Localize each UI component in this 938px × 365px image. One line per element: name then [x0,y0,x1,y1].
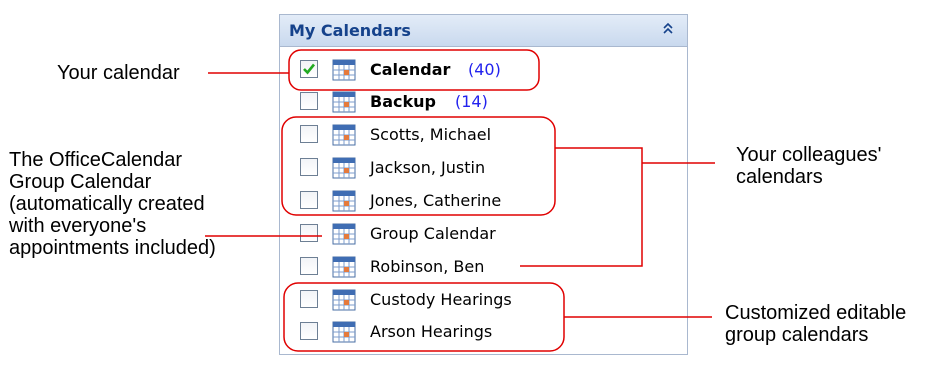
leader-colleagues [520,147,643,267]
annotation-colleagues: Your colleagues' calendars [736,144,881,188]
annotation-line: The OfficeCalendar [9,149,183,171]
annotation-line: group calendars [725,324,869,346]
annotation-line: Your colleagues' [736,144,882,166]
annotation-line: calendars [736,166,823,188]
annotation-line: Group Calendar [9,171,152,193]
highlight-colleagues [281,116,556,216]
highlight-your-calendar [288,49,540,91]
annotation-group-calendar: The OfficeCalendar Group Calendar (autom… [9,149,216,259]
annotation-line: Customized editable [725,302,907,324]
highlight-customized [283,282,565,352]
annotation-customized: Customized editable group calendars [725,302,906,346]
annotation-your-calendar: Your calendar [57,62,180,84]
annotation-line: with everyone's [9,215,147,237]
annotation-line: appointments included) [9,237,216,259]
annotation-line: (automatically created [9,193,205,215]
